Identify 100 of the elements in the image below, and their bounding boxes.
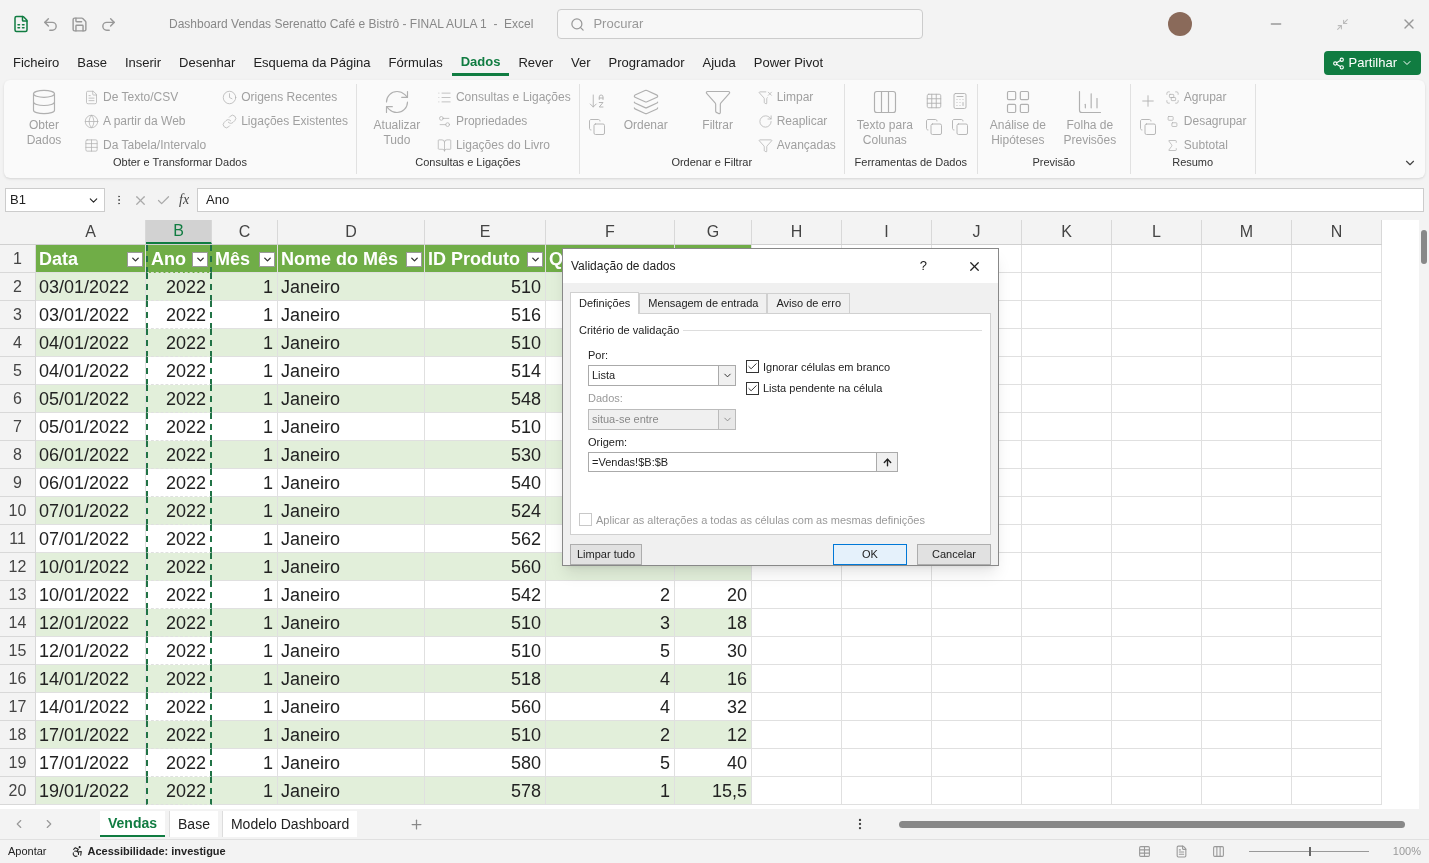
- row-header[interactable]: 14: [0, 609, 36, 637]
- column-header[interactable]: N: [1292, 220, 1382, 244]
- row-header[interactable]: 2: [0, 273, 36, 301]
- column-header[interactable]: L: [1112, 220, 1202, 244]
- table-cell: 5: [546, 749, 675, 777]
- table-cell: 2022: [146, 553, 212, 581]
- collapse-dialog-icon[interactable]: [877, 452, 898, 472]
- user-avatar[interactable]: [1168, 12, 1192, 36]
- share-button[interactable]: Partilhar: [1323, 51, 1421, 75]
- page-layout-icon[interactable]: [1174, 845, 1188, 858]
- filter-dropdown-icon[interactable]: [127, 252, 143, 267]
- menu-tab[interactable]: Inserir: [115, 50, 170, 76]
- row-header[interactable]: 11: [0, 525, 36, 553]
- column-header[interactable]: G: [675, 220, 752, 244]
- name-box[interactable]: B1: [5, 188, 105, 212]
- row-header[interactable]: 12: [0, 553, 36, 581]
- column-header[interactable]: I: [842, 220, 932, 244]
- checkbox[interactable]: [746, 381, 759, 395]
- zoom-slider-thumb[interactable]: [1308, 847, 1311, 856]
- row-header[interactable]: 9: [0, 469, 36, 497]
- row-header[interactable]: 5: [0, 357, 36, 385]
- accessibility-status[interactable]: Acessibilidade: investigue: [87, 843, 226, 860]
- row-header[interactable]: 1: [0, 245, 36, 273]
- row-header[interactable]: 19: [0, 749, 36, 777]
- sheet-tab[interactable]: Modelo Dashboard: [221, 811, 358, 837]
- add-sheet-icon[interactable]: [409, 816, 425, 832]
- save-icon[interactable]: [71, 15, 88, 33]
- help-button[interactable]: ?: [919, 256, 927, 276]
- dropdown[interactable]: Lista: [588, 365, 736, 386]
- table-cell: 2022: [146, 609, 212, 637]
- ribbon-icon[interactable]: [587, 92, 606, 110]
- menu-tab[interactable]: Programador: [599, 50, 694, 76]
- row-header[interactable]: 18: [0, 721, 36, 749]
- row-header[interactable]: 7: [0, 413, 36, 441]
- row-header[interactable]: 17: [0, 693, 36, 721]
- row-header[interactable]: 15: [0, 637, 36, 665]
- ribbon-icon[interactable]: [950, 92, 969, 110]
- row-header[interactable]: 4: [0, 329, 36, 357]
- ribbon-icon[interactable]: [950, 118, 969, 136]
- filter-dropdown-icon[interactable]: [259, 252, 275, 267]
- dialog-button[interactable]: Limpar tudo: [570, 544, 643, 565]
- column-header[interactable]: C: [212, 220, 278, 244]
- menu-tab[interactable]: Rever: [509, 50, 563, 76]
- excel-logo-icon: [12, 15, 30, 33]
- ribbon-icon[interactable]: [924, 92, 943, 110]
- filter-dropdown-icon[interactable]: [406, 252, 422, 267]
- column-header[interactable]: K: [1022, 220, 1112, 244]
- column-header[interactable]: J: [932, 220, 1022, 244]
- sheet-tab[interactable]: Base: [169, 811, 218, 837]
- ribbon-icon[interactable]: [924, 118, 943, 136]
- menu-tab[interactable]: Esquema da Página: [244, 50, 380, 76]
- row-header[interactable]: 10: [0, 497, 36, 525]
- dialog-tab[interactable]: Mensagem de entrada: [639, 293, 768, 313]
- formula-field[interactable]: Ano: [197, 188, 1424, 212]
- ribbon-icon[interactable]: [587, 118, 606, 136]
- table-cell: Janeiro: [278, 665, 425, 693]
- menu-tab[interactable]: Ficheiro: [4, 50, 69, 76]
- table-cell: 2022: [146, 693, 212, 721]
- page-break-icon[interactable]: [1211, 845, 1225, 858]
- dialog-button[interactable]: OK: [833, 544, 907, 565]
- menu-tab[interactable]: Power Pivot: [744, 50, 833, 76]
- row-header[interactable]: 6: [0, 385, 36, 413]
- row-header[interactable]: 13: [0, 581, 36, 609]
- zoom-slider[interactable]: [1248, 847, 1369, 856]
- filter-dropdown-icon[interactable]: [192, 252, 208, 267]
- insert-function-button[interactable]: fx: [179, 193, 190, 207]
- filter-dropdown-icon[interactable]: [527, 252, 543, 267]
- dialog-tab[interactable]: Aviso de erro: [767, 293, 851, 313]
- row-header[interactable]: 8: [0, 441, 36, 469]
- column-header[interactable]: H: [752, 220, 842, 244]
- table-cell: 1: [212, 721, 278, 749]
- row-header[interactable]: 16: [0, 665, 36, 693]
- ribbon-group-label: Ordenar e Filtrar: [670, 155, 754, 170]
- dialog-button[interactable]: Cancelar: [917, 544, 991, 565]
- dialog-tab[interactable]: Definições: [570, 292, 640, 314]
- menu-tab[interactable]: Ver: [562, 50, 600, 76]
- menu-tab[interactable]: Dados: [451, 50, 510, 76]
- table-cell: 1: [212, 497, 278, 525]
- menu-tab[interactable]: Ajuda: [693, 50, 745, 76]
- row-header[interactable]: 3: [0, 301, 36, 329]
- undo-icon[interactable]: [42, 15, 59, 33]
- restore-icon[interactable]: [1336, 17, 1349, 31]
- column-header[interactable]: D: [278, 220, 425, 244]
- source-field[interactable]: =Vendas!$B:$B: [588, 452, 877, 472]
- column-header[interactable]: M: [1202, 220, 1292, 244]
- table-cell: 510: [425, 329, 546, 357]
- row-header[interactable]: 20: [0, 777, 36, 805]
- accessibility-icon: [70, 845, 84, 858]
- table-cell: 14/01/2022: [36, 665, 146, 693]
- checkbox[interactable]: [746, 360, 759, 374]
- normal-view-icon[interactable]: [1137, 845, 1151, 858]
- menu-tab[interactable]: Fórmulas: [379, 50, 452, 76]
- redo-icon[interactable]: [100, 15, 117, 33]
- column-header[interactable]: E: [425, 220, 546, 244]
- sheet-tab[interactable]: Vendas: [100, 811, 166, 837]
- ribbon-group-label: Previsão: [1031, 154, 1077, 170]
- ribbon-icon[interactable]: [1138, 118, 1157, 136]
- column-header[interactable]: F: [546, 220, 675, 244]
- menu-tab[interactable]: Base: [68, 50, 116, 76]
- menu-tab[interactable]: Desenhar: [170, 50, 245, 76]
